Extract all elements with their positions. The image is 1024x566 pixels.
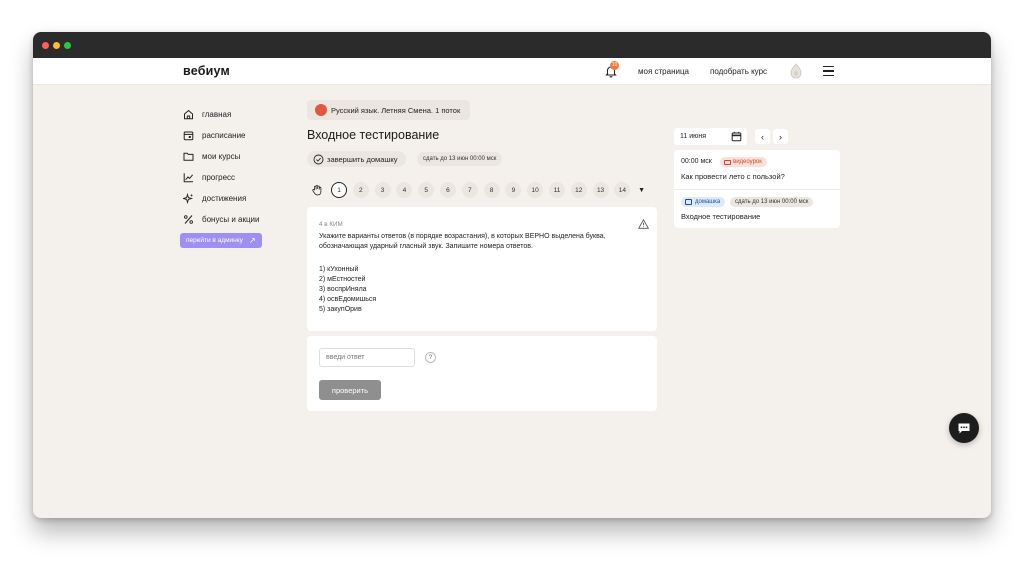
close-window-button[interactable] — [42, 42, 49, 49]
notification-badge: 10 — [610, 61, 619, 70]
help-icon[interactable]: ? — [425, 352, 436, 363]
question-number-button[interactable]: 6 — [439, 182, 456, 198]
question-number-button[interactable]: 13 — [592, 182, 609, 198]
question-number-button[interactable]: 8 — [483, 182, 500, 198]
sidebar-item-label: главная — [202, 110, 232, 119]
date-picker[interactable]: 11 июня — [674, 128, 747, 145]
folder-icon — [183, 152, 194, 161]
question-meta: 4 в КИМ — [319, 221, 343, 228]
question-number-button[interactable]: 9 — [505, 182, 522, 198]
question-number-button[interactable]: 4 — [396, 182, 413, 198]
question-number-button[interactable]: 14 — [614, 182, 631, 198]
pick-course-link[interactable]: подобрать курс — [710, 67, 767, 76]
admin-panel-button[interactable]: перейти в админку ↗ — [180, 233, 262, 248]
hand-icon[interactable] — [311, 184, 323, 196]
question-number-button[interactable]: 3 — [374, 182, 391, 198]
homework-deadline: сдать до 13 июн 00:00 мск — [730, 197, 814, 207]
warning-icon[interactable] — [638, 219, 649, 229]
selected-date: 11 июня — [680, 133, 707, 140]
question-navigator: 1 2 3 4 5 6 7 8 9 10 11 12 13 14 ▼ — [311, 182, 645, 198]
home-icon — [184, 109, 193, 120]
percent-icon — [184, 215, 193, 224]
check-answer-button[interactable]: проверить — [319, 380, 381, 400]
sidebar-item-label: расписание — [202, 131, 246, 140]
option-item: 2) мЕстностей — [319, 276, 366, 283]
sidebar: главная расписание мои курсы прогресс до… — [183, 104, 293, 230]
option-item: 5) закупОрив — [319, 306, 362, 313]
question-number-button[interactable]: 11 — [548, 182, 565, 198]
question-options: 1) кУхонный 2) мЕстностей 3) воспрИняла … — [319, 265, 376, 315]
sparkle-icon — [183, 193, 194, 204]
chat-icon — [958, 423, 970, 433]
question-number-button[interactable]: 10 — [527, 182, 544, 198]
deadline-badge: сдать до 13 июн 00:00 мск — [417, 152, 503, 166]
admin-button-label: перейти в админку — [186, 237, 243, 244]
video-icon — [724, 160, 731, 165]
sidebar-item-label: бонусы и акции — [202, 215, 260, 224]
homework-badge: домашка — [681, 197, 726, 207]
arrow-up-right-icon: ↗ — [248, 236, 256, 245]
lesson-time: 00:00 мск — [681, 158, 712, 165]
next-day-button[interactable]: › — [773, 129, 788, 144]
chat-button[interactable] — [949, 413, 979, 443]
sidebar-item-achievements[interactable]: достижения — [183, 188, 293, 209]
question-number-button[interactable]: 5 — [418, 182, 435, 198]
sidebar-item-label: прогресс — [202, 173, 236, 182]
schedule-card[interactable]: 00:00 мск видеоурок Как провести лето с … — [674, 150, 840, 228]
sidebar-item-bonuses[interactable]: бонусы и акции — [183, 209, 293, 230]
logo[interactable]: вебиум — [183, 64, 230, 78]
calendar-icon — [183, 131, 194, 141]
question-number-button[interactable]: 1 — [331, 182, 347, 198]
finish-homework-label: завершить домашку — [327, 154, 398, 164]
sidebar-item-my-courses[interactable]: мои курсы — [183, 146, 293, 167]
course-name: Русский язык. Летняя Смена. 1 поток — [331, 105, 461, 115]
question-number-button[interactable]: 7 — [461, 182, 478, 198]
homework-label: домашка — [695, 199, 721, 205]
answer-input[interactable] — [319, 348, 415, 367]
sidebar-item-progress[interactable]: прогресс — [183, 167, 293, 188]
check-circle-icon — [313, 154, 324, 164]
top-navbar: вебиум 10 моя страница подобрать курс — [33, 58, 991, 85]
answer-card: ? проверить — [307, 336, 657, 411]
video-lesson-label: видеоурок — [733, 159, 762, 165]
option-item: 4) освЕдомишься — [319, 296, 377, 303]
option-item: 3) воспрИняла — [319, 286, 367, 293]
maximize-window-button[interactable] — [64, 42, 71, 49]
sidebar-item-label: достижения — [202, 194, 247, 203]
lesson-title[interactable]: Как провести лето с пользой? — [681, 172, 785, 181]
video-lesson-badge: видеоурок — [720, 157, 767, 167]
question-number-button[interactable]: 12 — [570, 182, 587, 198]
browser-window: вебиум 10 моя страница подобрать курс гл… — [33, 32, 991, 518]
book-icon — [685, 199, 692, 205]
previous-day-button[interactable]: ‹ — [755, 129, 770, 144]
question-text: Укажите варианты ответов (в порядке возр… — [319, 233, 606, 250]
minimize-window-button[interactable] — [53, 42, 60, 49]
course-chip[interactable]: Русский язык. Летняя Смена. 1 поток — [307, 100, 471, 120]
caret-down-icon[interactable]: ▼ — [638, 187, 645, 194]
homework-title[interactable]: Входное тестирование — [681, 212, 760, 221]
course-logo-icon — [315, 104, 327, 116]
divider — [674, 189, 840, 190]
window-titlebar — [33, 32, 991, 58]
sidebar-item-label: мои курсы — [202, 152, 241, 161]
menu-icon[interactable] — [823, 66, 834, 76]
chart-icon — [183, 173, 193, 183]
question-card: 4 в КИМ Укажите варианты ответов (в поря… — [307, 207, 657, 331]
option-item: 1) кУхонный — [319, 266, 359, 273]
sidebar-item-schedule[interactable]: расписание — [183, 125, 293, 146]
page-title: Входное тестирование — [307, 128, 440, 142]
avatar[interactable] — [789, 63, 803, 79]
calendar-icon — [731, 131, 742, 142]
finish-homework-button[interactable]: завершить домашку — [307, 151, 406, 167]
sidebar-item-home[interactable]: главная — [183, 104, 293, 125]
question-number-button[interactable]: 2 — [352, 182, 369, 198]
my-page-link[interactable]: моя страница — [638, 67, 689, 76]
